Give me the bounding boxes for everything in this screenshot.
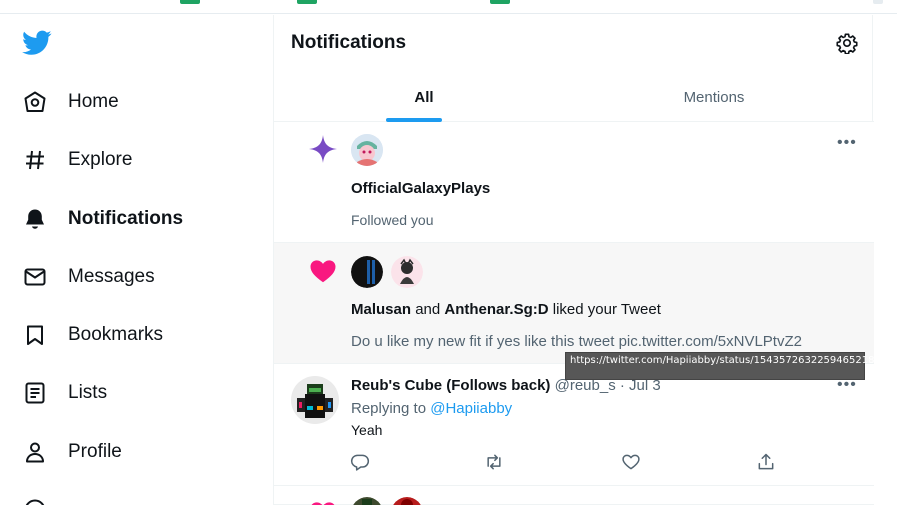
- like-summary: Malusan and Anthenar.Sg:D liked your Twe…: [351, 301, 661, 318]
- sidebar-item-label: Home: [68, 91, 119, 112]
- share-icon[interactable]: [756, 452, 778, 474]
- like-icon[interactable]: [621, 452, 643, 474]
- heart-icon: [308, 256, 338, 286]
- sidebar-item-label: Lists: [68, 382, 108, 403]
- notification-tabs: All Mentions: [274, 73, 874, 122]
- retweet-icon[interactable]: [484, 452, 506, 474]
- sidebar-item-notifications[interactable]: Notifications: [22, 204, 183, 234]
- tab-indicator: [180, 0, 200, 4]
- replying-to-line: Replying to @Hapiiabby: [351, 400, 512, 417]
- notification-text: Followed you: [351, 212, 434, 228]
- link-tooltip: https://twitter.com/Hapiiabby/status/154…: [565, 352, 897, 380]
- sidebar-item-lists[interactable]: Lists: [22, 378, 107, 408]
- replying-to-handle[interactable]: @Hapiiabby: [430, 400, 512, 417]
- sidebar-item-messages[interactable]: Messages: [22, 262, 155, 292]
- sidebar-item-label: Explore: [68, 149, 133, 170]
- sidebar-item-label: Bookmarks: [68, 324, 164, 345]
- avatar[interactable]: [351, 497, 383, 505]
- tab-indicator: [873, 0, 883, 4]
- liked-tweet-text[interactable]: Do u like my new fit if yes like this tw…: [351, 333, 802, 350]
- avatar[interactable]: [351, 134, 383, 166]
- notifications-column: Notifications All Mentions ••• OfficialG: [273, 15, 874, 505]
- tab-all[interactable]: All: [274, 73, 574, 122]
- more-options-icon[interactable]: •••: [837, 377, 857, 393]
- follower-name[interactable]: OfficialGalaxyPlays: [351, 180, 490, 197]
- gear-icon[interactable]: [836, 32, 858, 55]
- sidebar-item-more[interactable]: [22, 495, 48, 505]
- sidebar-item-explore[interactable]: Explore: [22, 145, 132, 175]
- bell-icon: [22, 206, 48, 232]
- notification-follow[interactable]: ••• OfficialGalaxyPlays Followed you: [274, 122, 874, 243]
- action-text: liked your Tweet: [552, 301, 661, 318]
- person-icon: [22, 439, 48, 465]
- sidebar-item-label: Notifications: [68, 208, 184, 229]
- sparkle-icon: [308, 134, 338, 164]
- page-title: Notifications: [291, 32, 407, 53]
- list-icon: [22, 380, 48, 406]
- more-circle-icon: [22, 497, 48, 505]
- envelope-icon: [22, 264, 48, 290]
- tweet-text: Yeah: [351, 422, 383, 438]
- sidebar-item-home[interactable]: Home: [22, 87, 119, 117]
- avatar[interactable]: [291, 376, 339, 424]
- liker-name[interactable]: Malusan: [351, 301, 411, 318]
- notification-like[interactable]: [274, 486, 874, 505]
- avatar[interactable]: [351, 256, 383, 288]
- reply-icon[interactable]: [350, 452, 372, 474]
- notification-reply[interactable]: ••• Reub's Cube (Follows back) @reub_s ·…: [274, 364, 874, 486]
- sidebar-item-label: Messages: [68, 266, 155, 287]
- connector-text: and: [415, 301, 441, 318]
- hashtag-icon: [22, 147, 48, 173]
- avatar[interactable]: [391, 256, 423, 288]
- twitter-bird-icon[interactable]: [22, 30, 52, 56]
- more-options-icon[interactable]: •••: [837, 135, 857, 151]
- sidebar-item-bookmarks[interactable]: Bookmarks: [22, 320, 163, 350]
- tab-indicator: [490, 0, 510, 4]
- liker-name[interactable]: Anthenar.Sg:D: [444, 301, 548, 318]
- home-icon: [22, 89, 48, 115]
- avatar[interactable]: [391, 497, 423, 505]
- notification-like[interactable]: Malusan and Anthenar.Sg:D liked your Twe…: [274, 243, 874, 364]
- sidebar: Home Explore Notifications Messages Book…: [0, 15, 273, 505]
- browser-top-strip: [0, 0, 897, 14]
- display-name[interactable]: Reub's Cube (Follows back): [351, 377, 550, 394]
- tab-mentions[interactable]: Mentions: [564, 73, 864, 122]
- sidebar-item-label: Profile: [68, 441, 122, 462]
- replying-to-label: Replying to: [351, 400, 427, 417]
- sidebar-item-profile[interactable]: Profile: [22, 437, 122, 467]
- bookmark-icon: [22, 322, 48, 348]
- tab-indicator: [297, 0, 317, 4]
- heart-icon: [308, 498, 338, 505]
